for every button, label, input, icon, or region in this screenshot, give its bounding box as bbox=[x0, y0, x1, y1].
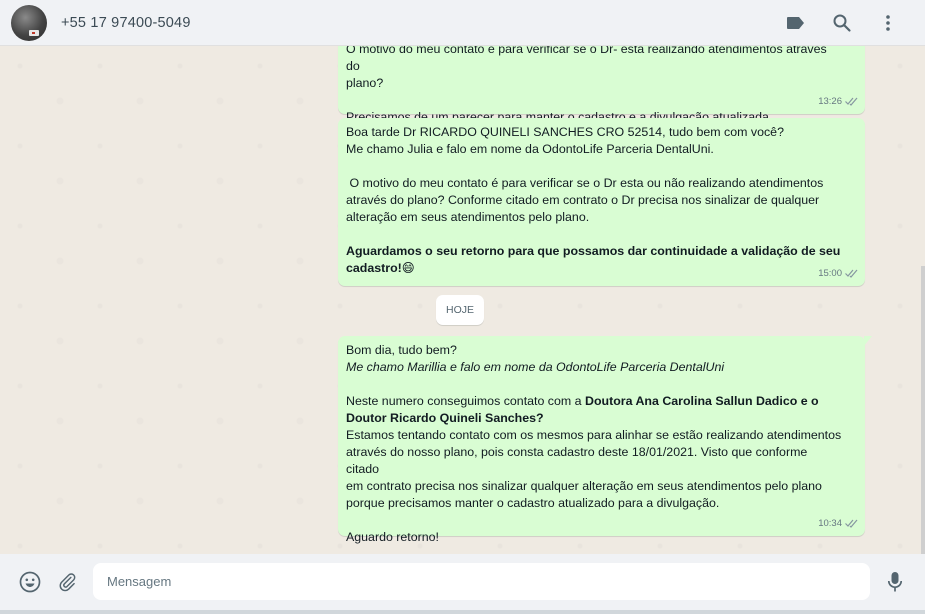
voice-record-button[interactable] bbox=[877, 564, 913, 600]
message-text: Aguardo retorno! bbox=[346, 530, 439, 544]
menu-icon bbox=[886, 14, 890, 31]
message-time: 13:26 bbox=[818, 96, 842, 107]
message-text: alteração em seus atendimentos pelo plan… bbox=[346, 210, 590, 224]
menu-button[interactable] bbox=[865, 5, 911, 41]
message-text-bold: Doutora Ana Carolina Sallun Dadico e o bbox=[585, 394, 819, 408]
attach-icon bbox=[59, 573, 76, 592]
contact-avatar[interactable] bbox=[11, 4, 47, 41]
message-meta: 13:26 bbox=[818, 93, 859, 110]
message-text: Bom dia, tudo bem? bbox=[346, 343, 457, 357]
chat-header: +55 17 97400-5049 bbox=[0, 0, 925, 46]
message-text-bold: cadastro! bbox=[346, 261, 402, 275]
window-bottom-edge bbox=[0, 610, 925, 614]
message-meta: 15:00 bbox=[818, 265, 859, 282]
message-text: Neste numero conseguimos contato com a bbox=[346, 394, 585, 408]
message-text: através do nosso plano, pois consta cada… bbox=[346, 445, 811, 476]
message-bubble[interactable]: Boa tarde Dr RICARDO QUINELI SANCHES CRO… bbox=[338, 118, 865, 286]
compose-bar bbox=[0, 554, 925, 610]
double-check-icon bbox=[845, 519, 858, 528]
message-text-bold: Doutor Ricardo Quineli Sanches? bbox=[346, 411, 544, 425]
message-text: através do plano? Conforme citado em con… bbox=[346, 193, 820, 207]
message-time: 15:00 bbox=[818, 268, 842, 279]
message-text: Me chamo Julia e falo em nome da OdontoL… bbox=[346, 142, 714, 156]
bubble-tail bbox=[864, 336, 872, 346]
header-actions bbox=[773, 5, 911, 41]
message-text-bold: Aguardamos o seu retorno para que possam… bbox=[346, 244, 841, 258]
message-text: porque precisamos manter o cadastro atua… bbox=[346, 496, 720, 510]
message-text: plano? bbox=[346, 76, 384, 90]
message-bubble[interactable]: Bom dia, tudo bem? Me chamo Marillia e f… bbox=[338, 336, 872, 544]
message-text: O motivo do meu contato é para verificar… bbox=[346, 176, 824, 190]
message-text: em contrato precisa nos sinalizar qualqu… bbox=[346, 479, 822, 493]
chat-scrollbar[interactable] bbox=[921, 266, 925, 554]
message-text: O motivo do meu contato é para verificar… bbox=[346, 46, 831, 73]
label-icon bbox=[787, 16, 804, 29]
search-icon bbox=[833, 14, 851, 32]
message-bubble[interactable]: O motivo do meu contato é para verificar… bbox=[338, 46, 865, 124]
message-text: Boa tarde Dr RICARDO QUINELI SANCHES CRO… bbox=[346, 125, 784, 139]
label-button[interactable] bbox=[773, 5, 819, 41]
double-check-icon bbox=[845, 97, 858, 106]
microphone-icon bbox=[887, 572, 903, 592]
message-text: Estamos tentando contato com os mesmos p… bbox=[346, 428, 842, 442]
message-input[interactable] bbox=[93, 563, 870, 600]
message-text-italic: Me chamo Marillia e falo em nome da Odon… bbox=[346, 360, 725, 374]
search-button[interactable] bbox=[819, 5, 865, 41]
contact-name[interactable]: +55 17 97400-5049 bbox=[61, 15, 191, 31]
date-divider: HOJE bbox=[436, 295, 484, 325]
emoji-icon bbox=[19, 571, 41, 593]
message-time: 10:34 bbox=[818, 518, 842, 529]
emoji-button[interactable] bbox=[12, 564, 48, 600]
grinning-emoji-icon: 😄 bbox=[401, 261, 415, 275]
double-check-icon bbox=[845, 269, 858, 278]
attach-button[interactable] bbox=[49, 564, 85, 600]
message-meta: 10:34 bbox=[818, 515, 859, 532]
chat-area[interactable]: O motivo do meu contato é para verificar… bbox=[0, 46, 925, 554]
